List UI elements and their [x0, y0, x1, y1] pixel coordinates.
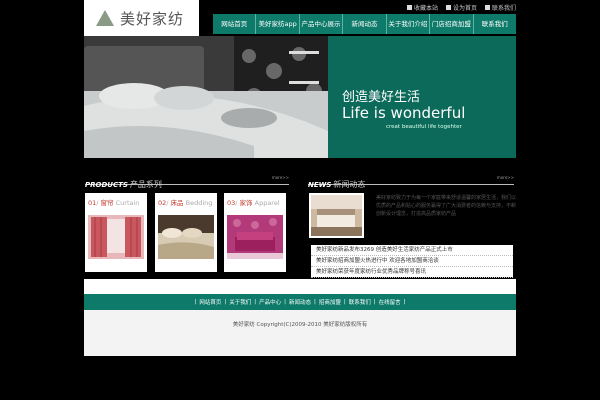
- product-label: 03/ 家饰 Apparel: [227, 199, 280, 207]
- news-summary: 美好家纺致力于为每一个家庭带来舒适温馨的家居生活，我们以优质的产品和贴心的服务赢…: [376, 195, 517, 217]
- footer-link-news[interactable]: 新闻动态: [289, 298, 311, 306]
- footer-link-about[interactable]: 关于我们: [229, 298, 251, 306]
- section-title-en: PRODUCTS: [85, 181, 128, 189]
- product-label: 01/ 窗帘 Curtain: [88, 199, 140, 207]
- news-thumbnail[interactable]: [309, 193, 364, 238]
- product-label: 02/ 床品 Bedding: [158, 199, 213, 207]
- footer-link-franchise[interactable]: 招商加盟: [319, 298, 341, 306]
- bedroom-illustration: [84, 36, 328, 158]
- news-section-header: NEWS 新闻动态 more>>: [308, 172, 514, 189]
- curtain-photo: [88, 215, 144, 259]
- news-list-item[interactable]: 美好家纺荣获年度家纺行业优秀品牌称号喜讯: [311, 267, 513, 278]
- products-more-link[interactable]: more>>: [272, 175, 289, 180]
- section-title-en: NEWS: [308, 181, 332, 189]
- top-utility-links: 收藏本站 设为首页 联系我们: [406, 3, 516, 12]
- brand-name: 美好家纺: [120, 9, 185, 28]
- nav-item-app[interactable]: 美好家纺app: [256, 14, 300, 34]
- site-logo[interactable]: 美好家纺: [84, 0, 199, 36]
- nav-item-contact[interactable]: 联系我们: [474, 14, 516, 34]
- footer-link-contact[interactable]: 联系我们: [349, 298, 371, 306]
- banner-headline-en: Life is wonderful: [342, 104, 466, 122]
- square-icon: [445, 5, 451, 10]
- main-nav: 网站首页 美好家纺app 产品中心展示 新闻动态 关于我们介绍 门店招商加盟 联…: [213, 14, 516, 34]
- footer-spacer: [84, 279, 516, 294]
- top-link-favorite[interactable]: 收藏本站: [406, 3, 438, 12]
- top-link-homepage[interactable]: 设为首页: [445, 3, 477, 12]
- product-card-apparel[interactable]: 03/ 家饰 Apparel: [224, 193, 286, 272]
- news-more-link[interactable]: more>>: [497, 175, 514, 180]
- nav-item-about[interactable]: 关于我们介绍: [387, 14, 431, 34]
- nav-item-franchise[interactable]: 门店招商加盟: [430, 14, 474, 34]
- footer-link-products[interactable]: 产品中心: [259, 298, 281, 306]
- top-link-contact[interactable]: 联系我们: [484, 3, 516, 12]
- bedding-photo: [158, 215, 214, 259]
- footer-links: | 网站首页 | 关于我们 | 产品中心 | 新闻动态 | 招商加盟 | 联系我们 | 在线…: [84, 294, 516, 310]
- nav-item-products[interactable]: 产品中心展示: [300, 14, 344, 34]
- apparel-photo: [227, 215, 283, 259]
- section-title-cn: 产品系列: [129, 180, 162, 189]
- bedroom-photo: [84, 36, 328, 158]
- footer-link-message[interactable]: 在线留言: [379, 298, 401, 306]
- square-icon: [484, 5, 490, 10]
- nav-item-news[interactable]: 新闻动态: [343, 14, 387, 34]
- news-summary-more-link[interactable]: 更多: [458, 211, 468, 217]
- footer-bottom: [84, 310, 516, 356]
- footer-link-home[interactable]: 网站首页: [199, 298, 221, 306]
- nav-item-home[interactable]: 网站首页: [213, 14, 257, 34]
- copyright-text: 美好家纺 Copyright(C)2009-2010 美好家纺版权所有: [232, 322, 368, 328]
- product-card-bedding[interactable]: 02/ 床品 Bedding: [155, 193, 217, 272]
- hero-banner: 创造美好生活 Life is wonderful creat beautiful…: [84, 36, 516, 158]
- banner-tagline: creat beautiful life togehter: [386, 124, 462, 130]
- square-icon: [406, 5, 412, 10]
- section-title-cn: 新闻动态: [333, 180, 366, 189]
- news-list-item[interactable]: 美好家纺招商加盟火热进行中 欢迎各地加盟商洽谈: [311, 256, 513, 267]
- logo-mark-icon: [96, 10, 114, 26]
- products-section-header: PRODUCTS 产品系列 more>>: [85, 172, 289, 189]
- news-list: 美好家纺新品发布3269 创造美好生活家纺产品正式上市 美好家纺招商加盟火热进行…: [311, 245, 513, 278]
- banner-headline-cn: 创造美好生活: [342, 90, 421, 105]
- product-card-curtain[interactable]: 01/ 窗帘 Curtain: [85, 193, 147, 272]
- news-list-item[interactable]: 美好家纺新品发布3269 创造美好生活家纺产品正式上市: [311, 245, 513, 256]
